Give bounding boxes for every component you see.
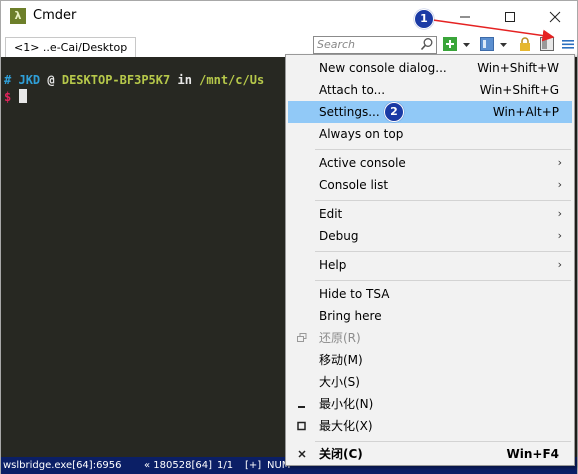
menu-item-console-list[interactable]: Console list › [288,174,572,196]
menu-separator [315,149,571,150]
minimize-icon [298,406,305,408]
close-icon [298,450,306,458]
menu-item-maximize[interactable]: 最大化(X) [288,415,572,437]
menu-item-close[interactable]: 关闭(C) Win+F4 [288,443,572,465]
menu-item-restore: 还原(R) [288,327,572,349]
menu-item-settings[interactable]: Settings... Win+Alt+P [288,101,572,123]
submenu-arrow-icon: › [557,156,562,169]
menu-item-label: 关闭(C) [319,447,363,461]
menu-item-label: Help [319,258,347,272]
close-icon [549,11,560,22]
hamburger-menu-icon[interactable] [561,37,575,51]
status-plus: [+] [245,460,262,471]
menu-item-label: Attach to... [319,83,386,97]
menu-item-always-on-top[interactable]: Always on top [288,123,572,145]
menu-item-label: Console list [319,178,389,192]
submenu-arrow-icon: › [557,178,562,191]
menu-item-hide-to-tsa[interactable]: Hide to TSA [288,283,572,305]
new-console-icon[interactable] [443,37,457,51]
maximize-icon [504,11,515,22]
annotation-badge-2: 2 [384,102,404,122]
status-info: « 180528[64] [144,460,212,471]
menu-item-help[interactable]: Help › [288,254,572,276]
lock-icon[interactable] [518,37,532,51]
menu-item-size[interactable]: 大小(S) [288,371,572,393]
window-title: Cmder [33,8,77,23]
menu-separator [315,280,571,281]
submenu-arrow-icon: › [557,229,562,242]
restore-icon [297,333,307,342]
menu-item-label: Always on top [319,127,404,141]
search-placeholder: Search [317,38,356,51]
menu-separator [315,441,571,442]
menu-item-attach[interactable]: Attach to... Win+Shift+G [288,79,572,101]
menu-item-label: 还原(R) [319,331,361,345]
menu-separator [315,251,571,252]
title-bar: λ Cmder [1,1,577,31]
submenu-arrow-icon: › [557,258,562,271]
menu-item-label: 最小化(N) [319,397,374,411]
menu-item-label: 大小(S) [319,375,360,389]
close-button[interactable] [532,1,577,31]
menu-item-active-console[interactable]: Active console › [288,152,572,174]
split-icon[interactable] [540,37,554,51]
search-input[interactable]: Search [313,36,437,54]
menu-item-label: Active console [319,156,406,170]
menu-item-label: 最大化(X) [319,419,373,433]
menu-separator [315,200,571,201]
minimize-icon [459,16,470,17]
minimize-button[interactable] [442,1,487,31]
menu-item-edit[interactable]: Edit › [288,203,572,225]
prompt-symbol: $ [4,90,12,104]
prompt-hash: # [4,73,12,87]
prompt-in: in [177,73,192,87]
menu-item-move[interactable]: 移动(M) [288,349,572,371]
prompt-at: @ [47,73,55,87]
menu-item-label: New console dialog... [319,61,447,75]
dropdown-icon[interactable] [499,37,508,51]
tile-icon[interactable] [480,37,494,51]
console-input-line: $ [4,89,28,104]
maximize-icon [297,421,306,431]
maximize-button[interactable] [487,1,532,31]
search-icon[interactable] [420,37,434,51]
dropdown-icon[interactable] [462,37,471,51]
menu-item-label: Settings... [319,105,380,119]
console-prompt-line: # JKD @ DESKTOP-BF3P5K7 in /mnt/c/Us [4,73,264,87]
menu-item-label: Bring here [319,309,382,323]
system-menu: New console dialog... Win+Shift+W Attach … [285,54,575,466]
menu-item-debug[interactable]: Debug › [288,225,572,247]
menu-item-minimize[interactable]: 最小化(N) [288,393,572,415]
menu-item-shortcut: Win+Alt+P [492,105,559,119]
prompt-user: JKD [18,73,41,87]
text-cursor [19,89,28,103]
menu-item-new-console[interactable]: New console dialog... Win+Shift+W [288,57,572,79]
status-pages: 1/1 [217,460,234,471]
menu-item-label: Edit [319,207,343,221]
prompt-host: DESKTOP-BF3P5K7 [61,73,171,87]
menu-item-label: Hide to TSA [319,287,390,301]
menu-item-label: 移动(M) [319,353,363,367]
prompt-path: /mnt/c/Us [199,73,265,87]
annotation-badge-1: 1 [414,9,434,29]
status-process: wslbridge.exe[64]:6956 [3,460,122,471]
menu-item-shortcut: Win+Shift+W [477,61,559,75]
menu-item-shortcut: Win+F4 [506,447,560,461]
lambda-icon[interactable]: λ [10,8,26,24]
menu-item-shortcut: Win+Shift+G [479,83,559,97]
menu-item-label: Debug [319,229,359,243]
menu-item-bring-here[interactable]: Bring here [288,305,572,327]
submenu-arrow-icon: › [557,207,562,220]
